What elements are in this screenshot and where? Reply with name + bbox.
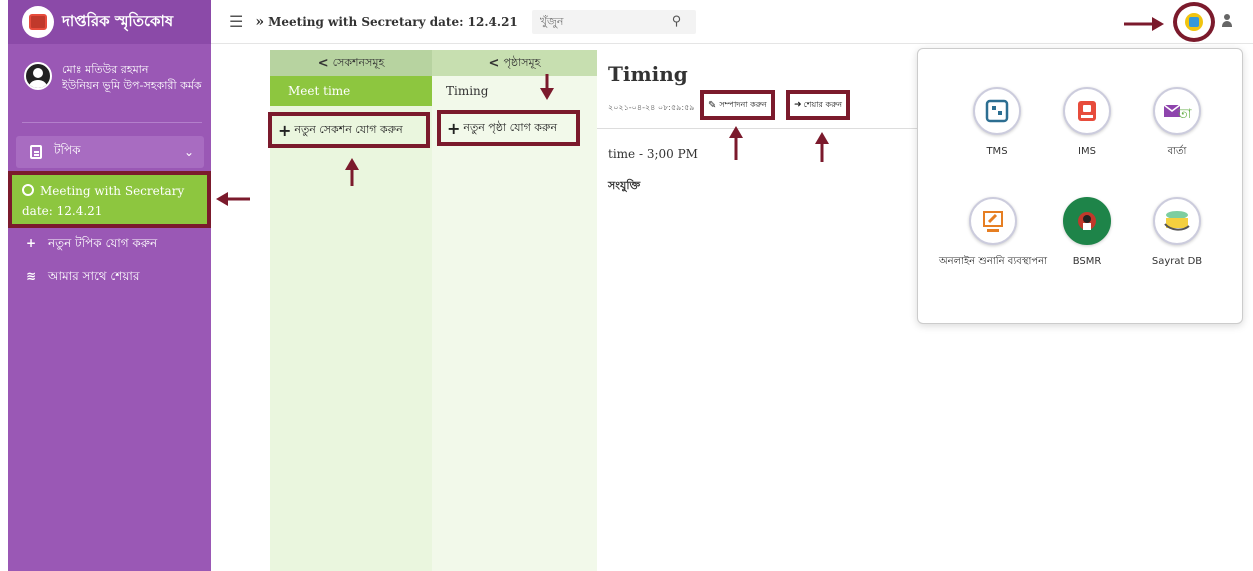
annotation-arrows — [216, 17, 1164, 206]
